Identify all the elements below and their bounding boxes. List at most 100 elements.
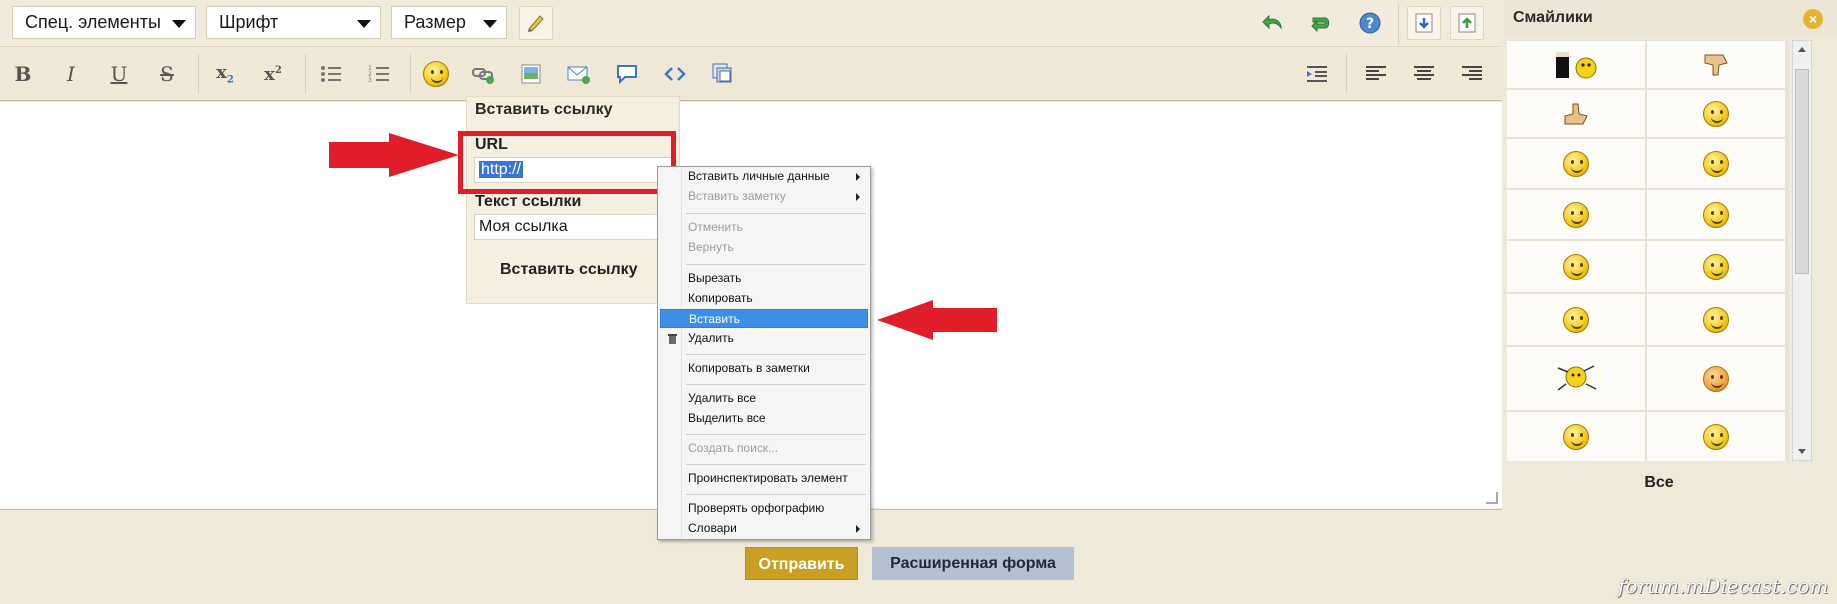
extended-form-button[interactable]: Расширенная форма [872,547,1074,580]
help-button[interactable]: ? [1353,6,1387,40]
site-watermark: forum.mDiecast.com [1618,574,1829,598]
smiley-cell[interactable] [1647,190,1785,239]
special-elements-dropdown[interactable]: Спец. элементы [12,6,196,39]
scroll-down-icon[interactable] [1798,449,1806,454]
indent-button[interactable] [1300,57,1334,91]
spoiler-icon [712,63,732,83]
link-text-input[interactable]: Моя ссылка [474,214,674,240]
bulleted-list-button[interactable] [314,57,348,91]
smiley-cell[interactable] [1507,412,1645,461]
rolling-eyes-smiley-icon [1703,201,1729,228]
align-right-button[interactable] [1455,57,1489,91]
menu-item-dictionaries[interactable]: Словари [660,519,868,538]
smiley-cell[interactable] [1647,241,1785,292]
numbered-list-button[interactable]: 123 [362,57,396,91]
format-toolbar-top: Спец. элементы Шрифт Размер ? [0,0,1502,47]
smiley-cell[interactable] [1647,294,1785,345]
smiley-cell[interactable] [1507,41,1645,88]
redo-icon [1311,17,1330,33]
smiley-cell[interactable] [1507,90,1645,137]
menu-item-insert-personal-data[interactable]: Вставить личные данные [660,167,868,186]
laugh-smiley-icon [1563,306,1589,333]
annotation-arrow-left [877,300,997,340]
size-dropdown[interactable]: Размер [391,6,507,39]
send-button[interactable]: Отправить [745,547,858,580]
chevron-down-icon [357,20,371,28]
smiley-cell[interactable] [1647,41,1785,88]
strikethrough-button[interactable]: S [150,57,184,91]
insert-code-button[interactable] [658,57,692,91]
smiley-cell[interactable] [1647,412,1785,461]
menu-item-spellcheck[interactable]: Проверять орфографию [660,499,868,518]
redo-button[interactable] [1304,6,1338,40]
smileys-panel: Смайлики × Все [1504,0,1837,506]
all-smileys-link[interactable]: Все [1504,474,1814,492]
menu-item-label: Вставить личные данные [688,169,830,183]
insert-quote-button[interactable] [610,57,644,91]
menu-item-label: Удалить все [688,391,757,405]
chevron-down-icon [172,20,186,28]
undo-button[interactable] [1256,6,1290,40]
save-draft-button[interactable] [1407,6,1441,40]
underline-button[interactable]: U [102,57,136,91]
insert-email-button[interactable] [562,57,596,91]
superscript-button[interactable]: x2 [256,57,290,91]
font-dropdown[interactable]: Шрифт [206,6,381,39]
menu-item-cut[interactable]: Вырезать [660,269,868,288]
smiley-cell[interactable] [1647,90,1785,137]
text-color-button[interactable] [519,6,553,40]
smiley-cell[interactable] [1647,347,1785,410]
insert-image-button[interactable] [514,57,548,91]
quote-icon [617,65,637,85]
undo-icon [1262,14,1282,30]
italic-button[interactable]: I [54,57,88,91]
scrollbar-thumb[interactable] [1795,69,1809,274]
insert-spoiler-button[interactable] [706,57,740,91]
subscript-button[interactable]: x2 [208,57,242,91]
menu-item-label: Вставить [689,312,740,326]
menu-item-label: Отменить [688,220,743,234]
menu-item-label: Выделить все [688,411,766,425]
glasses-smiley-icon [1563,253,1589,280]
insert-link-button[interactable] [466,57,500,91]
load-draft-button[interactable] [1450,6,1484,40]
smileys-grid [1507,40,1789,461]
smiley-cell[interactable] [1507,139,1645,188]
smileys-panel-title: Смайлики [1513,9,1593,26]
bold-button[interactable]: B [6,57,40,91]
menu-separator [686,434,866,435]
scroll-up-icon[interactable] [1798,47,1806,52]
menu-item-label: Копировать в заметки [688,361,810,375]
menu-item-copy[interactable]: Копировать [660,289,868,308]
thumbs-up-icon [1564,103,1588,124]
align-center-button[interactable] [1407,57,1441,91]
bulleted-list-icon [321,66,341,82]
smiley-cell[interactable] [1507,294,1645,345]
submenu-arrow-icon [856,193,860,201]
insert-smiley-button[interactable] [419,57,453,91]
download-icon [1415,13,1433,33]
menu-separator [686,494,866,495]
menu-item-delete-all[interactable]: Удалить все [660,389,868,408]
resize-handle[interactable] [1486,492,1498,504]
menu-item-inspect-element[interactable]: Проинспектировать элемент [660,469,868,488]
menu-item-delete[interactable]: Удалить [660,329,868,348]
align-left-button[interactable] [1359,57,1393,91]
smiley-cell[interactable] [1507,241,1645,292]
menu-separator [686,213,866,214]
smiley-cell[interactable] [1507,347,1645,410]
close-icon[interactable]: × [1803,9,1823,29]
smiley-cell[interactable] [1507,190,1645,239]
menu-item-select-all[interactable]: Выделить все [660,409,868,428]
insert-link-button[interactable]: Вставить ссылку [500,261,638,279]
link-text-label: Текст ссылки [475,193,582,210]
menu-item-copy-to-notes[interactable]: Копировать в заметки [660,359,868,378]
thumbs-down-icon [1704,54,1728,75]
menu-item-label: Проинспектировать элемент [688,471,848,485]
menu-item-paste[interactable]: Вставить [660,309,868,328]
smileys-scrollbar[interactable] [1792,40,1812,461]
email-icon [567,66,590,84]
submenu-arrow-icon [856,525,860,533]
smiley-cell[interactable] [1647,139,1785,188]
format-toolbar-bottom: B I U S x2 x2 123 [0,48,1502,101]
